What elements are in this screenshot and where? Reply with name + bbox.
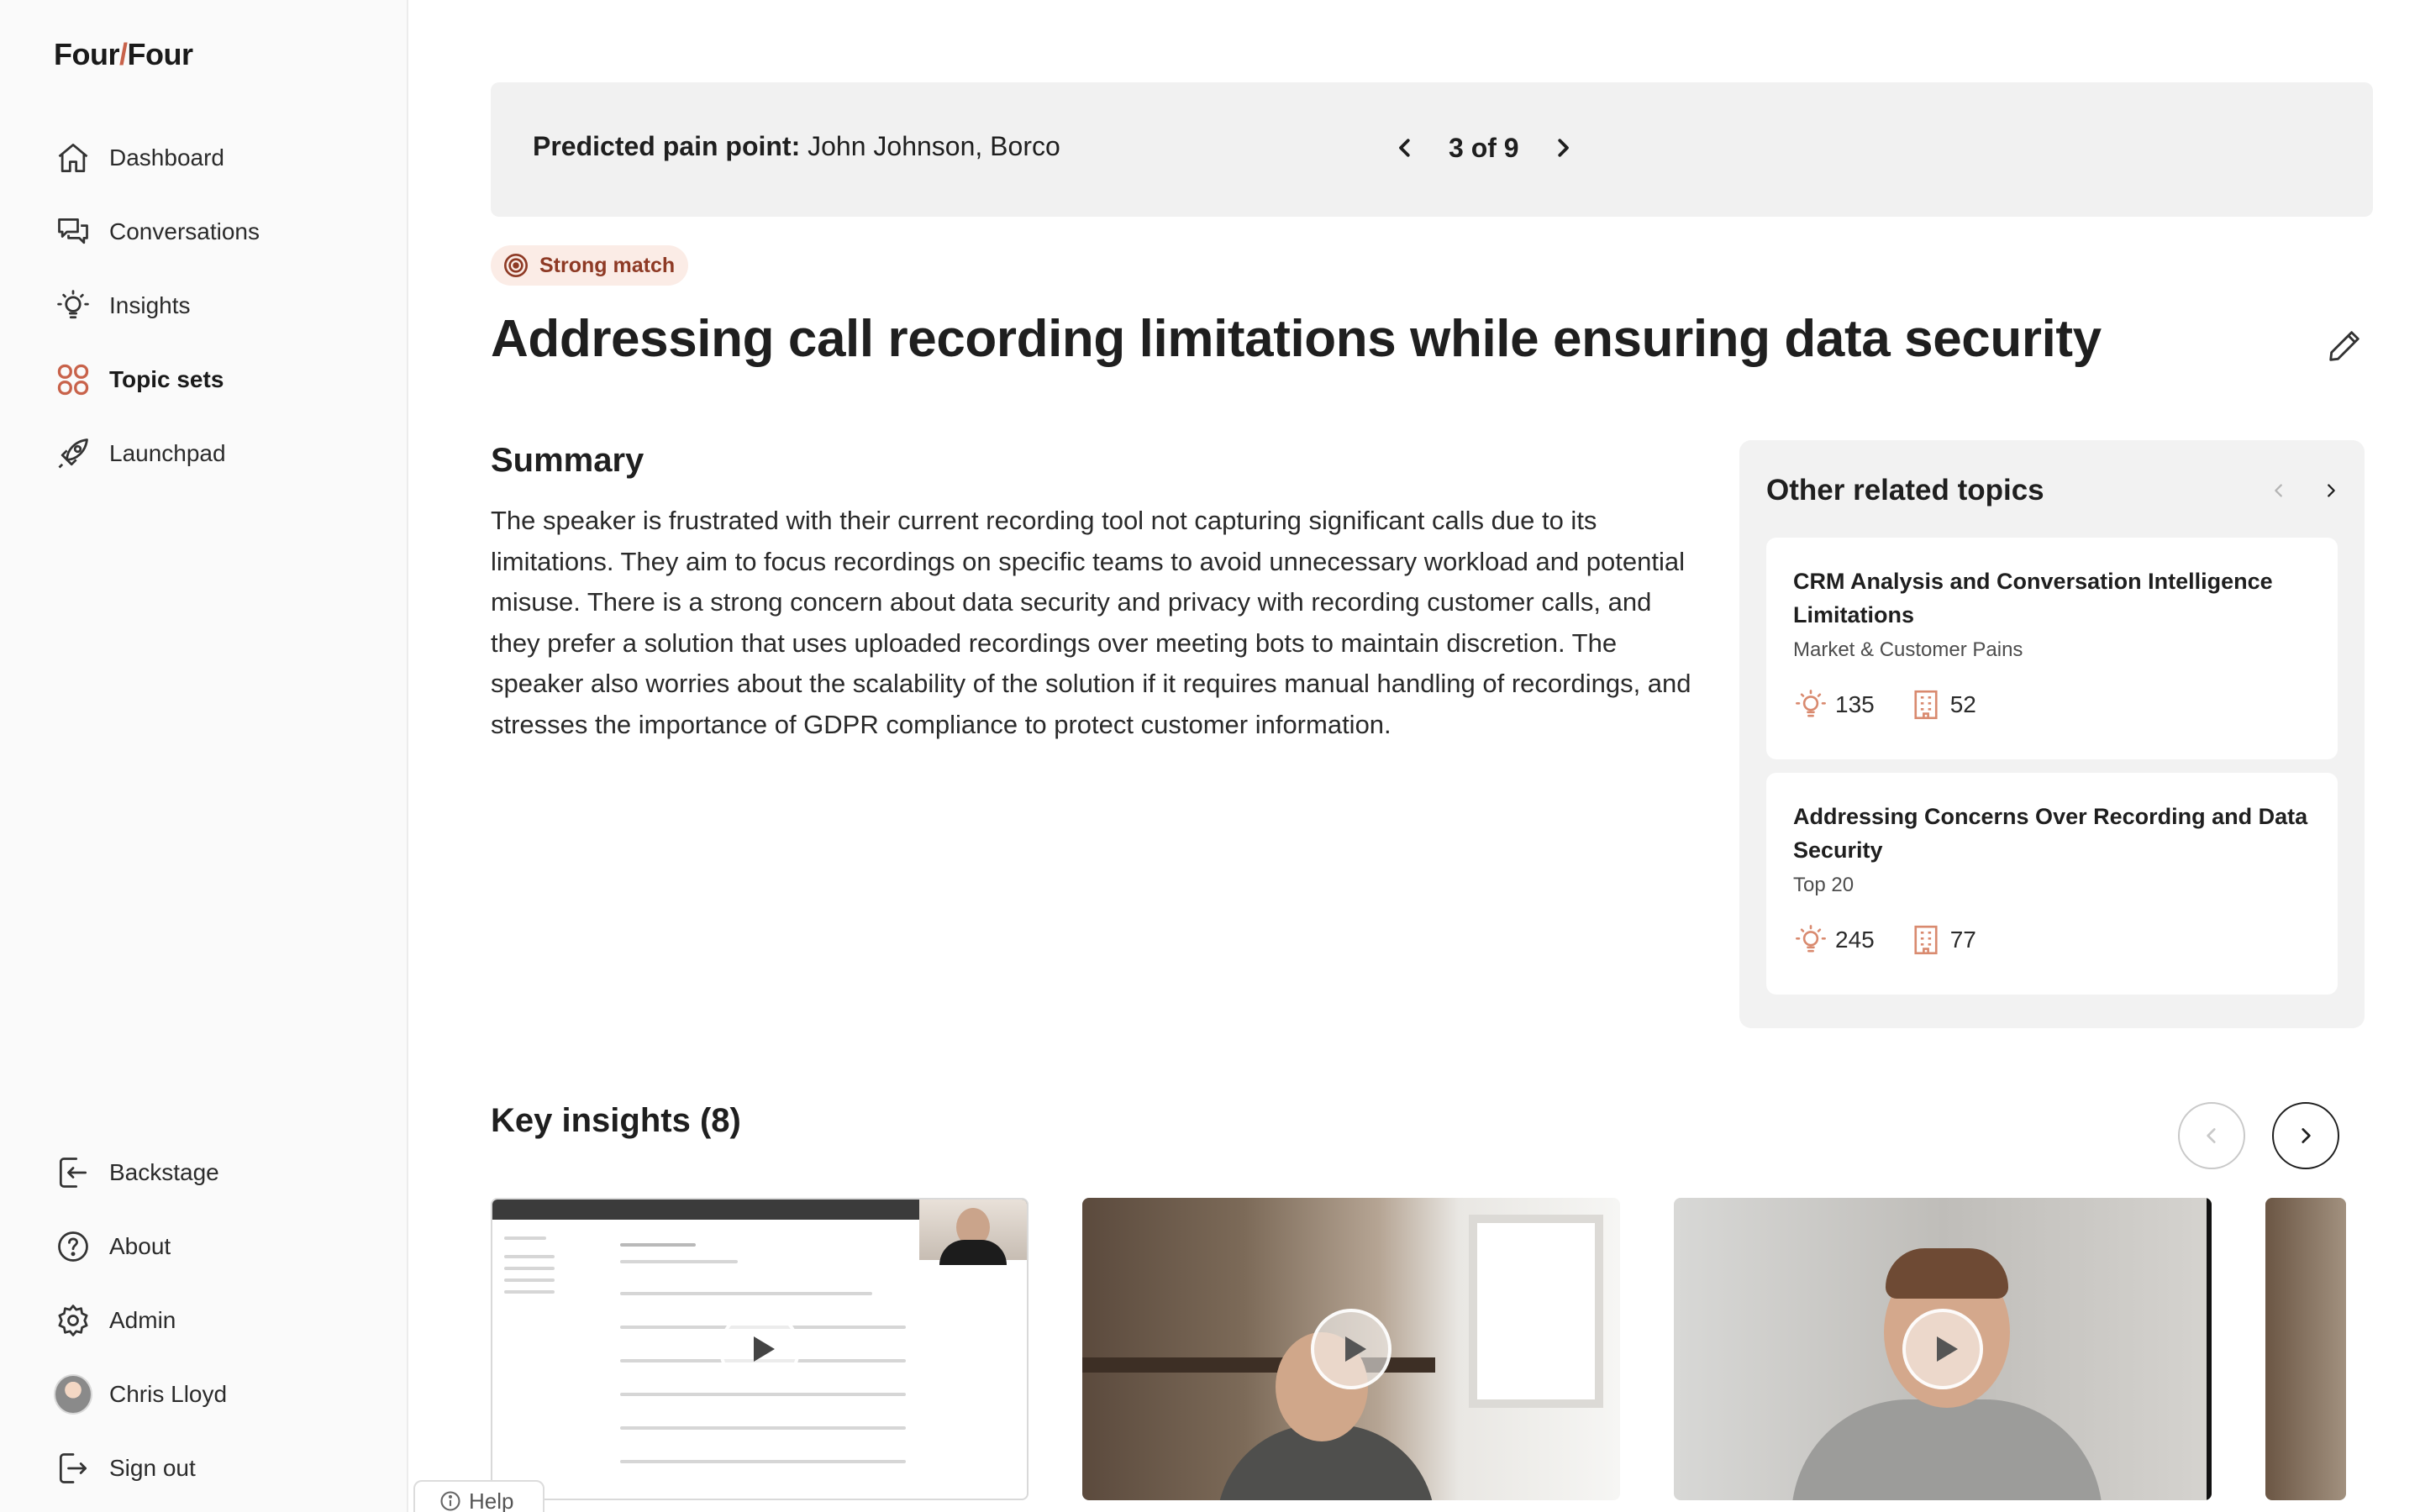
home-icon bbox=[54, 139, 92, 177]
sidebar-item-insights[interactable]: Insights bbox=[54, 281, 191, 331]
pain-point-text: Predicted pain point: John Johnson, Borc… bbox=[533, 131, 1060, 162]
related-prev-button[interactable] bbox=[2260, 472, 2297, 509]
related-topic-title: CRM Analysis and Conversation Intelligen… bbox=[1793, 569, 2273, 627]
sidebar-item-dashboard[interactable]: Dashboard bbox=[54, 133, 224, 183]
related-topic-stats: 135 52 bbox=[1793, 687, 2311, 722]
related-topics-panel: Other related topics CRM Analysis and Co… bbox=[1739, 440, 2365, 1028]
enter-icon bbox=[54, 1153, 92, 1192]
chevron-right-icon bbox=[2302, 1128, 2311, 1143]
related-topic-card[interactable]: CRM Analysis and Conversation Intelligen… bbox=[1766, 538, 2338, 759]
app-logo[interactable]: Four/Four bbox=[54, 37, 193, 72]
chevron-left-icon bbox=[2207, 1128, 2216, 1143]
company-count-value: 52 bbox=[1949, 691, 1976, 717]
sidebar-item-label: Conversations bbox=[109, 218, 260, 244]
sidebar-item-label: Launchpad bbox=[109, 440, 226, 466]
target-icon bbox=[504, 254, 528, 277]
insight-count-value: 135 bbox=[1835, 691, 1875, 717]
building-icon bbox=[1914, 925, 1938, 955]
chat-icon bbox=[54, 213, 92, 251]
sidebar-item-launchpad[interactable]: Launchpad bbox=[54, 428, 226, 479]
rocket-icon bbox=[54, 434, 92, 473]
sidebar-item-about[interactable]: About bbox=[54, 1221, 171, 1272]
logo-slash: / bbox=[118, 37, 128, 71]
pain-point-label: Predicted pain point: bbox=[533, 131, 801, 161]
chevron-left-icon bbox=[2275, 484, 2282, 497]
company-count: 77 bbox=[1908, 922, 1976, 958]
insight-video-thumbnail[interactable] bbox=[491, 1198, 1028, 1500]
sidebar-item-label: Dashboard bbox=[109, 144, 224, 171]
sidebar-item-label: Chris Lloyd bbox=[109, 1381, 228, 1407]
insight-video-thumbnail[interactable] bbox=[1674, 1198, 2212, 1500]
pager-count: 3 of 9 bbox=[1449, 132, 1519, 163]
sidebar-item-sign-out[interactable]: Sign out bbox=[54, 1443, 196, 1494]
match-badge-label: Strong match bbox=[539, 253, 676, 277]
sidebar-item-profile[interactable]: Chris Lloyd bbox=[54, 1369, 227, 1420]
building-icon bbox=[1914, 690, 1938, 720]
sidebar-item-label: Sign out bbox=[109, 1455, 196, 1481]
related-topic-subtitle: Top 20 bbox=[1793, 874, 1854, 896]
sidebar-item-conversations[interactable]: Conversations bbox=[54, 207, 260, 257]
sidebar-item-label: Admin bbox=[109, 1307, 176, 1333]
company-count-value: 77 bbox=[1949, 927, 1976, 953]
play-icon bbox=[754, 1336, 775, 1362]
help-label: Help bbox=[469, 1488, 514, 1512]
chevron-left-icon bbox=[1399, 139, 1410, 157]
logo-text-left: Four bbox=[54, 37, 119, 71]
chevron-right-icon bbox=[1557, 139, 1569, 157]
lightbulb-icon bbox=[1796, 925, 1826, 953]
key-insights-prev-button[interactable] bbox=[2178, 1102, 2245, 1169]
related-topic-card[interactable]: Addressing Concerns Over Recording and D… bbox=[1766, 773, 2338, 995]
grid-icon bbox=[54, 360, 92, 399]
sign-out-icon bbox=[54, 1449, 92, 1488]
previous-pain-point-button[interactable] bbox=[1381, 121, 1428, 175]
company-count: 52 bbox=[1908, 687, 1976, 722]
related-next-button[interactable] bbox=[2312, 472, 2349, 509]
chevron-right-icon bbox=[2328, 484, 2335, 497]
gear-icon bbox=[54, 1301, 92, 1340]
play-button[interactable] bbox=[719, 1309, 800, 1389]
lightbulb-icon bbox=[1796, 690, 1826, 717]
insight-count: 135 bbox=[1793, 687, 1875, 722]
sidebar-item-backstage[interactable]: Backstage bbox=[54, 1147, 219, 1198]
question-icon bbox=[54, 1227, 92, 1266]
insight-count: 245 bbox=[1793, 922, 1875, 958]
pain-point-value: John Johnson, Borco bbox=[808, 131, 1060, 161]
logo-text-right: Four bbox=[127, 37, 193, 71]
related-topic-subtitle: Market & Customer Pains bbox=[1793, 638, 2023, 661]
play-icon bbox=[1345, 1336, 1366, 1362]
pencil-icon bbox=[2329, 331, 2360, 361]
avatar bbox=[54, 1374, 92, 1415]
key-insights-next-button[interactable] bbox=[2272, 1102, 2339, 1169]
sidebar-item-label: Topic sets bbox=[109, 366, 224, 392]
webcam-overlay bbox=[919, 1200, 1027, 1265]
play-icon bbox=[1937, 1336, 1958, 1362]
key-insights-heading: Key insights (8) bbox=[491, 1102, 741, 1139]
insight-video-thumbnail[interactable] bbox=[2265, 1198, 2346, 1500]
match-badge: Strong match bbox=[491, 245, 689, 286]
sidebar-item-label: Insights bbox=[109, 292, 191, 318]
summary-text: The speaker is frustrated with their cur… bbox=[491, 506, 1691, 739]
related-topic-stats: 245 77 bbox=[1793, 922, 2311, 958]
sidebar-item-label: Backstage bbox=[109, 1159, 219, 1185]
summary-heading: Summary bbox=[491, 442, 644, 479]
next-pain-point-button[interactable] bbox=[1539, 121, 1586, 175]
page-title: Addressing call recording limitations wh… bbox=[491, 310, 2102, 368]
play-button[interactable] bbox=[1902, 1309, 1983, 1389]
sidebar: Four/Four Dashboard Conversations Insigh… bbox=[0, 0, 408, 1512]
pain-point-banner: Predicted pain point: John Johnson, Borc… bbox=[491, 82, 2373, 217]
insight-count-value: 245 bbox=[1835, 927, 1875, 953]
related-topic-title: Addressing Concerns Over Recording and D… bbox=[1793, 804, 2308, 863]
sidebar-item-topic-sets[interactable]: Topic sets bbox=[54, 354, 224, 405]
help-button[interactable]: Help bbox=[413, 1480, 544, 1512]
insight-video-thumbnail[interactable] bbox=[1082, 1198, 1620, 1500]
pain-point-pager: 3 of 9 bbox=[1381, 121, 1586, 175]
sidebar-item-label: About bbox=[109, 1233, 171, 1259]
lightbulb-icon bbox=[54, 286, 92, 325]
edit-button[interactable] bbox=[2319, 321, 2370, 371]
main-content: Predicted pain point: John Johnson, Borc… bbox=[491, 0, 2373, 1512]
sidebar-item-admin[interactable]: Admin bbox=[54, 1295, 176, 1346]
related-topics-heading: Other related topics bbox=[1766, 474, 2044, 507]
info-icon bbox=[440, 1491, 460, 1511]
play-button[interactable] bbox=[1311, 1309, 1392, 1389]
